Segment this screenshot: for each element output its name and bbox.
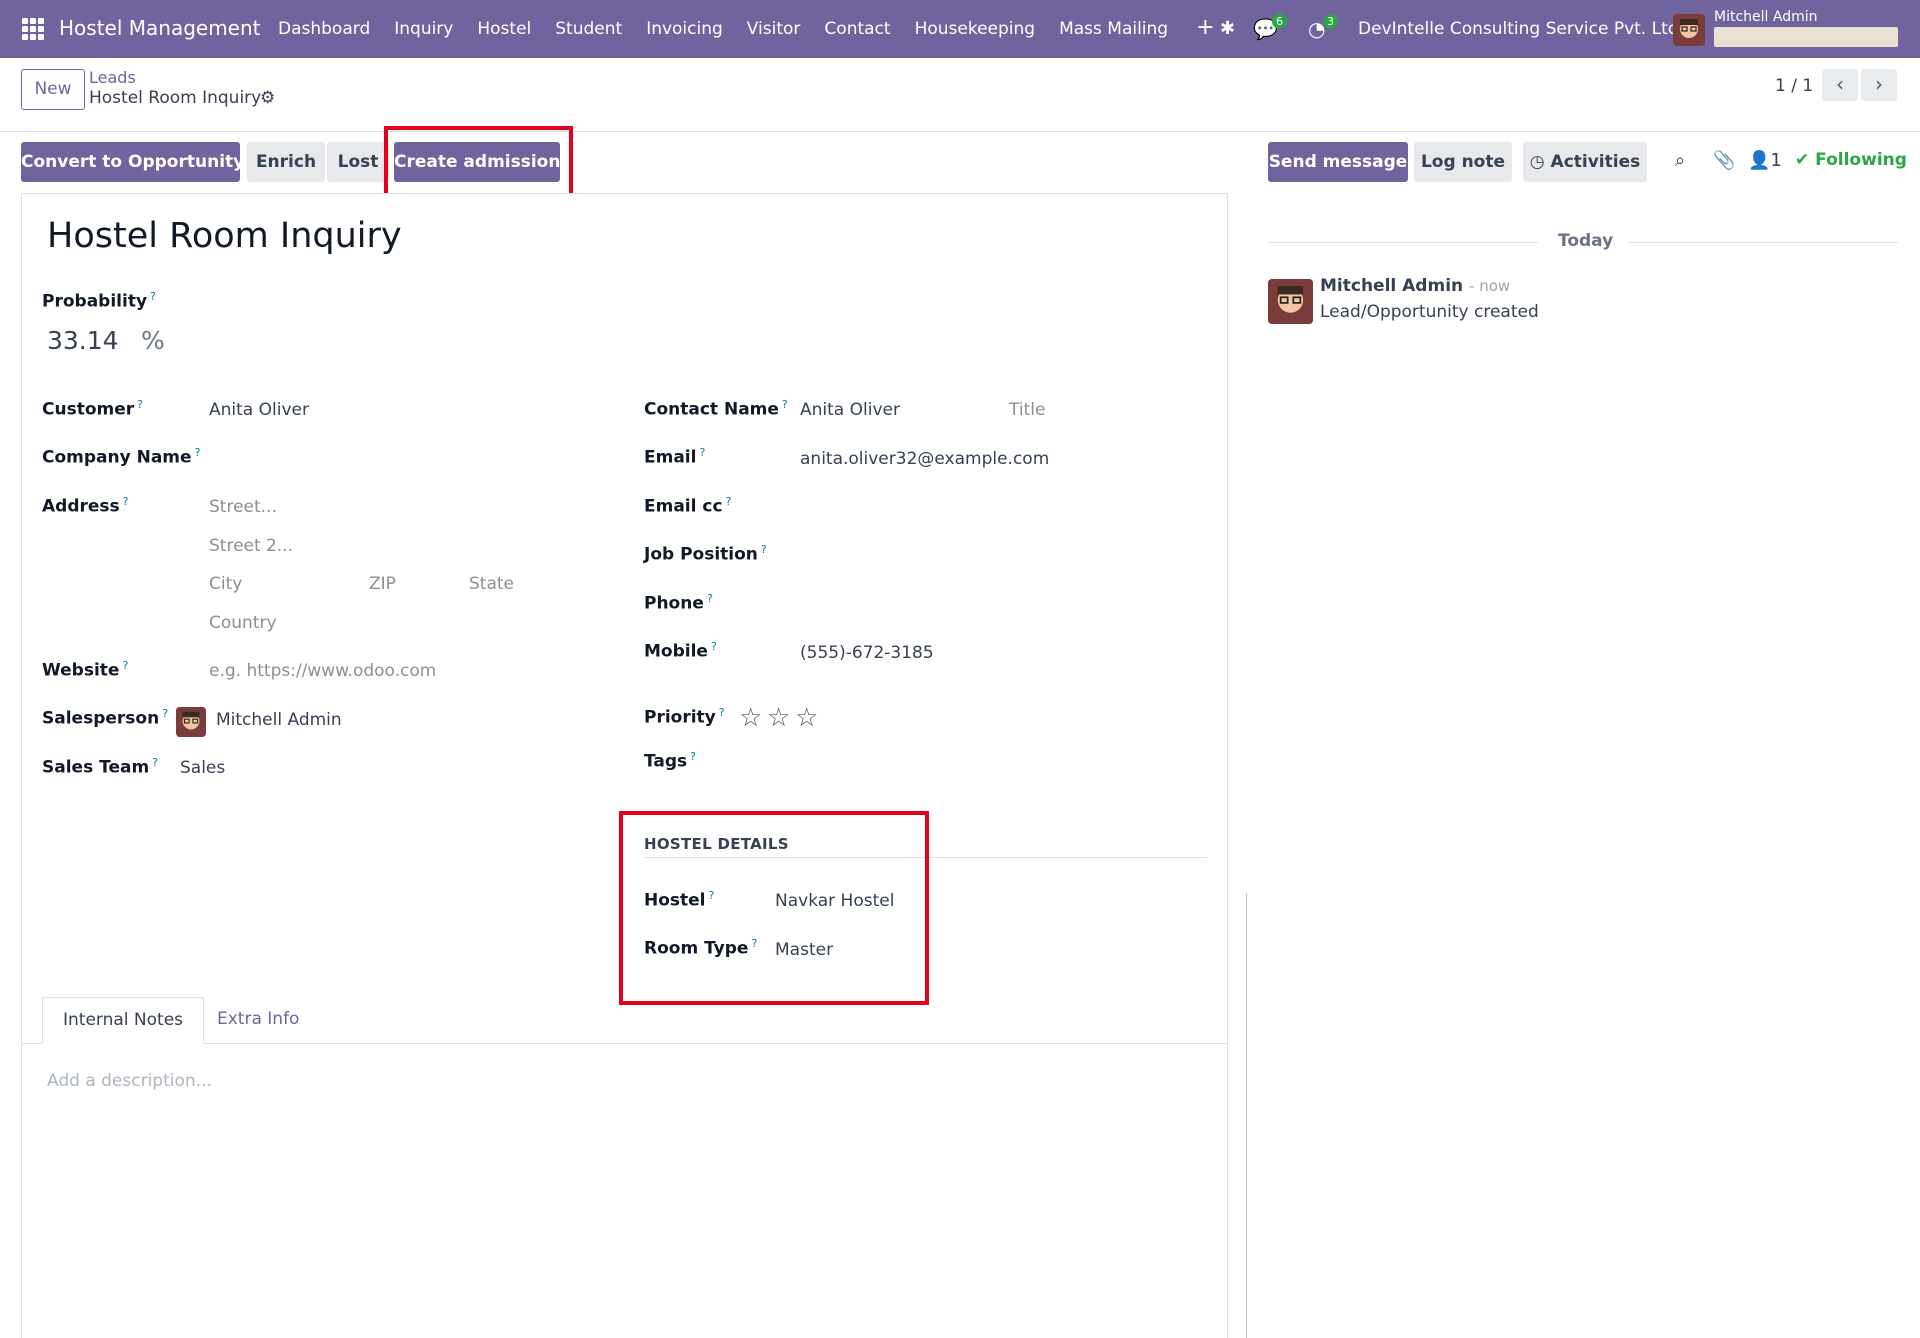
hostel-details-highlight bbox=[619, 811, 929, 1005]
plus-icon[interactable]: + bbox=[1196, 17, 1214, 39]
phone-label: Phone? bbox=[644, 592, 713, 614]
salesperson-avatar bbox=[176, 707, 206, 737]
email-label: Email? bbox=[644, 446, 706, 468]
user-name[interactable]: Mitchell Admin bbox=[1714, 9, 1818, 25]
priority-star-icon[interactable]: ☆ bbox=[739, 703, 762, 733]
tab-internal-notes[interactable]: Internal Notes bbox=[42, 997, 205, 1044]
salesperson-label: Salesperson? bbox=[42, 707, 169, 729]
paperclip-icon[interactable]: 📎 bbox=[1713, 150, 1735, 171]
website-field[interactable]: e.g. https://www.odoo.com bbox=[209, 661, 436, 681]
job-position-label: Job Position? bbox=[644, 543, 767, 565]
convert-to-opportunity-button[interactable]: Convert to Opportunity bbox=[21, 142, 244, 182]
company-name-label: Company Name? bbox=[42, 446, 201, 468]
message-author[interactable]: Mitchell Admin - now bbox=[1320, 276, 1510, 296]
menu-hostel[interactable]: Hostel bbox=[477, 19, 531, 39]
menu-dashboard[interactable]: Dashboard bbox=[278, 19, 370, 39]
following-label: Following bbox=[1815, 150, 1907, 170]
contact-title-field[interactable]: Title bbox=[1009, 400, 1045, 420]
new-button[interactable]: New bbox=[21, 69, 85, 110]
menu-mass-mailing[interactable]: Mass Mailing bbox=[1059, 19, 1168, 39]
menu-inquiry[interactable]: Inquiry bbox=[394, 19, 453, 39]
breadcrumb-leads[interactable]: Leads bbox=[89, 68, 136, 87]
send-message-button[interactable]: Send message bbox=[1268, 142, 1408, 182]
street2-field[interactable]: Street 2... bbox=[209, 536, 293, 556]
sales-team-label: Sales Team? bbox=[42, 756, 159, 778]
country-field[interactable]: Country bbox=[209, 613, 277, 633]
message-author-name: Mitchell Admin bbox=[1320, 276, 1464, 296]
chatter-divider bbox=[1246, 893, 1247, 1338]
clock-icon: ◷ bbox=[1529, 152, 1551, 172]
user-db-bar bbox=[1714, 27, 1898, 47]
control-panel: New Leads Hostel Room Inquiry ⚙ 1 / 1 ‹ … bbox=[0, 58, 1920, 132]
state-field[interactable]: State bbox=[469, 574, 514, 594]
gear-icon[interactable]: ⚙ bbox=[260, 88, 275, 108]
followers-button[interactable]: 👤1 bbox=[1748, 150, 1782, 171]
email-cc-label: Email cc? bbox=[644, 495, 732, 517]
website-label: Website? bbox=[42, 659, 129, 681]
mobile-label: Mobile? bbox=[644, 640, 717, 662]
lost-button[interactable]: Lost bbox=[327, 142, 389, 182]
check-icon: ✔ bbox=[1795, 150, 1816, 170]
main-menu: Dashboard Inquiry Hostel Student Invoici… bbox=[278, 17, 1215, 40]
apps-menu-icon[interactable] bbox=[22, 18, 44, 40]
enrich-button[interactable]: Enrich bbox=[247, 142, 325, 182]
address-label: Address? bbox=[42, 495, 129, 517]
menu-contact[interactable]: Contact bbox=[824, 19, 890, 39]
email-field[interactable]: anita.oliver32@example.com bbox=[800, 449, 1049, 469]
followers-count: 1 bbox=[1770, 150, 1782, 171]
message-time: - now bbox=[1469, 277, 1511, 295]
contact-name-label: Contact Name? bbox=[644, 398, 788, 420]
salesperson-field[interactable]: Mitchell Admin bbox=[216, 710, 342, 730]
tab-extra-info[interactable]: Extra Info bbox=[197, 997, 319, 1044]
description-field[interactable]: Add a description... bbox=[47, 1071, 212, 1091]
message-body: Lead/Opportunity created bbox=[1320, 302, 1539, 322]
messages-badge: 6 bbox=[1272, 14, 1287, 29]
breadcrumb-current: Hostel Room Inquiry bbox=[89, 88, 262, 108]
log-note-button[interactable]: Log note bbox=[1414, 142, 1512, 182]
pager-next-icon[interactable]: › bbox=[1861, 69, 1897, 101]
menu-invoicing[interactable]: Invoicing bbox=[646, 19, 723, 39]
street-field[interactable]: Street... bbox=[209, 497, 277, 517]
user-avatar[interactable] bbox=[1673, 14, 1705, 46]
top-navbar: Hostel Management Dashboard Inquiry Host… bbox=[0, 0, 1920, 58]
create-admission-highlight bbox=[384, 126, 573, 198]
contact-name-field[interactable]: Anita Oliver bbox=[800, 400, 900, 420]
probability-field[interactable]: 33.14 bbox=[47, 326, 119, 355]
message-author-avatar[interactable] bbox=[1268, 279, 1313, 324]
today-line-left bbox=[1268, 242, 1538, 243]
company-name-field[interactable] bbox=[209, 446, 559, 470]
following-button[interactable]: ✔ Following bbox=[1795, 150, 1907, 170]
priority-label: Priority? bbox=[644, 706, 725, 728]
company-switcher[interactable]: DevIntelle Consulting Service Pvt. Ltd bbox=[1358, 19, 1679, 39]
menu-student[interactable]: Student bbox=[555, 19, 622, 39]
person-icon: 👤 bbox=[1748, 150, 1771, 171]
pager-value[interactable]: 1 / 1 bbox=[1775, 76, 1813, 96]
bug-icon[interactable]: ✱ bbox=[1220, 18, 1235, 39]
probability-label: Probability? bbox=[42, 290, 156, 312]
customer-field[interactable]: Anita Oliver bbox=[209, 400, 309, 420]
sales-team-field[interactable]: Sales bbox=[180, 758, 225, 778]
tags-label: Tags? bbox=[644, 750, 697, 772]
app-brand[interactable]: Hostel Management bbox=[59, 16, 261, 40]
probability-unit: % bbox=[141, 326, 165, 355]
priority-star-icon[interactable]: ☆ bbox=[767, 703, 790, 733]
pager-previous-icon[interactable]: ‹ bbox=[1822, 69, 1858, 101]
activities-button[interactable]: ◷ Activities bbox=[1523, 142, 1647, 182]
today-line-right bbox=[1628, 242, 1898, 243]
mobile-field[interactable]: (555)-672-3185 bbox=[800, 643, 934, 663]
menu-housekeeping[interactable]: Housekeeping bbox=[915, 19, 1036, 39]
activities-badge: 3 bbox=[1323, 14, 1338, 29]
customer-label: Customer? bbox=[42, 398, 143, 420]
zip-field[interactable]: ZIP bbox=[369, 574, 396, 594]
priority-star-icon[interactable]: ☆ bbox=[795, 703, 818, 733]
activities-label: Activities bbox=[1550, 152, 1641, 172]
lead-title-field[interactable]: Hostel Room Inquiry bbox=[47, 216, 402, 256]
today-separator: Today bbox=[1558, 231, 1614, 251]
menu-visitor[interactable]: Visitor bbox=[747, 19, 801, 39]
city-field[interactable]: City bbox=[209, 574, 242, 594]
search-icon[interactable]: ⌕ bbox=[1675, 150, 1685, 171]
